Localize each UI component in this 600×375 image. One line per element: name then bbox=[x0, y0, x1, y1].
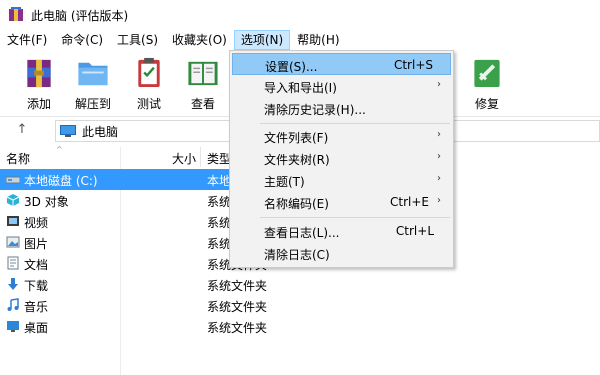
submenu-arrow-icon: › bbox=[437, 195, 441, 206]
menu-options[interactable]: 选项(N) bbox=[233, 30, 291, 50]
repair-button[interactable]: 修复 bbox=[462, 54, 512, 112]
menu-item-settings[interactable]: 设置(S)... Ctrl+S bbox=[232, 53, 451, 75]
extract-folder-icon bbox=[78, 62, 108, 86]
menu-item-folder-tree[interactable]: 文件夹树(R) › bbox=[232, 147, 451, 169]
submenu-arrow-icon: › bbox=[437, 79, 441, 90]
shortcut-label: Ctrl+L bbox=[395, 224, 434, 238]
menu-favorites[interactable]: 收藏夹(O) bbox=[165, 30, 234, 50]
add-archive-icon bbox=[27, 59, 51, 88]
file-type: 系统文件夹 bbox=[207, 321, 268, 335]
file-name: 3D 对象 bbox=[24, 195, 69, 209]
computer-icon bbox=[60, 125, 76, 137]
column-divider[interactable] bbox=[200, 147, 201, 167]
file-name: 音乐 bbox=[24, 300, 49, 314]
menu-item-file-list[interactable]: 文件列表(F) › bbox=[232, 125, 451, 147]
3d-objects-icon bbox=[6, 194, 20, 206]
window-title: 此电脑 (评估版本) bbox=[31, 8, 129, 23]
title-bar: 此电脑 (评估版本) bbox=[0, 0, 600, 30]
up-arrow-icon[interactable]: ↑ bbox=[14, 122, 30, 138]
documents-icon bbox=[7, 256, 19, 270]
add-button[interactable]: 添加 bbox=[14, 54, 64, 112]
video-icon bbox=[7, 216, 19, 226]
submenu-arrow-icon: › bbox=[437, 173, 441, 184]
file-name: 下载 bbox=[24, 279, 49, 293]
view-button[interactable]: 查看 bbox=[178, 54, 228, 112]
submenu-arrow-icon: › bbox=[437, 129, 441, 140]
menu-item-name-encoding[interactable]: 名称编码(E) Ctrl+E › bbox=[232, 191, 451, 213]
repair-kit-icon bbox=[474, 59, 500, 88]
menu-separator bbox=[260, 123, 450, 124]
menu-file[interactable]: 文件(F) bbox=[0, 30, 54, 50]
shortcut-label: Ctrl+E bbox=[390, 195, 429, 209]
menu-tools[interactable]: 工具(S) bbox=[110, 30, 165, 50]
shortcut-label: Ctrl+S bbox=[393, 58, 433, 72]
menu-bar: 文件(F) 命令(C) 工具(S) 收藏夹(O) 选项(N) 帮助(H) bbox=[0, 30, 600, 50]
test-button-label: 测试 bbox=[136, 97, 161, 111]
submenu-arrow-icon: › bbox=[437, 151, 441, 162]
view-button-label: 查看 bbox=[190, 97, 215, 111]
file-name: 本地磁盘 (C:) bbox=[24, 174, 98, 188]
add-button-label: 添加 bbox=[26, 97, 51, 111]
menu-item-clear-history[interactable]: 清除历史记录(H)... bbox=[232, 97, 451, 119]
file-type: 系统文件夹 bbox=[207, 279, 268, 293]
file-row[interactable]: 音乐 系统文件夹 bbox=[0, 295, 600, 316]
sort-indicator-icon: ^ bbox=[56, 145, 63, 154]
menu-item-theme[interactable]: 主题(T) › bbox=[232, 169, 451, 191]
file-row[interactable]: 下载 系统文件夹 bbox=[0, 274, 600, 295]
file-name: 桌面 bbox=[24, 321, 49, 335]
menu-item-view-log[interactable]: 查看日志(L)... Ctrl+L bbox=[232, 220, 451, 242]
pictures-icon bbox=[6, 236, 20, 248]
options-dropdown-menu: 设置(S)... Ctrl+S 导入和导出(I) › 清除历史记录(H)... … bbox=[229, 50, 454, 268]
test-button[interactable]: 测试 bbox=[124, 54, 174, 112]
file-name: 图片 bbox=[24, 237, 49, 251]
repair-button-label: 修复 bbox=[474, 97, 499, 111]
extract-to-button-label: 解压到 bbox=[74, 97, 111, 111]
file-row[interactable]: 桌面 系统文件夹 bbox=[0, 316, 600, 337]
menu-separator bbox=[260, 217, 450, 218]
file-name: 视频 bbox=[24, 216, 49, 230]
column-size[interactable]: 大小 bbox=[172, 150, 196, 167]
music-icon bbox=[7, 298, 19, 311]
column-name[interactable]: 名称 bbox=[6, 150, 30, 167]
drive-icon bbox=[6, 176, 20, 184]
address-path: 此电脑 bbox=[82, 124, 119, 139]
menu-item-clear-log[interactable]: 清除日志(C) bbox=[232, 242, 451, 264]
menu-item-import-export[interactable]: 导入和导出(I) › bbox=[232, 75, 451, 97]
desktop-icon bbox=[7, 321, 19, 332]
view-book-icon bbox=[188, 61, 218, 86]
menu-help[interactable]: 帮助(H) bbox=[290, 30, 346, 50]
winrar-app-icon bbox=[8, 7, 24, 23]
menu-commands[interactable]: 命令(C) bbox=[54, 30, 110, 50]
file-name: 文档 bbox=[24, 258, 49, 272]
file-type: 系统文件夹 bbox=[207, 300, 268, 314]
downloads-icon bbox=[8, 278, 18, 290]
column-type[interactable]: 类型 bbox=[207, 150, 231, 167]
test-clipboard-icon bbox=[138, 57, 160, 88]
extract-to-button[interactable]: 解压到 bbox=[68, 54, 118, 112]
